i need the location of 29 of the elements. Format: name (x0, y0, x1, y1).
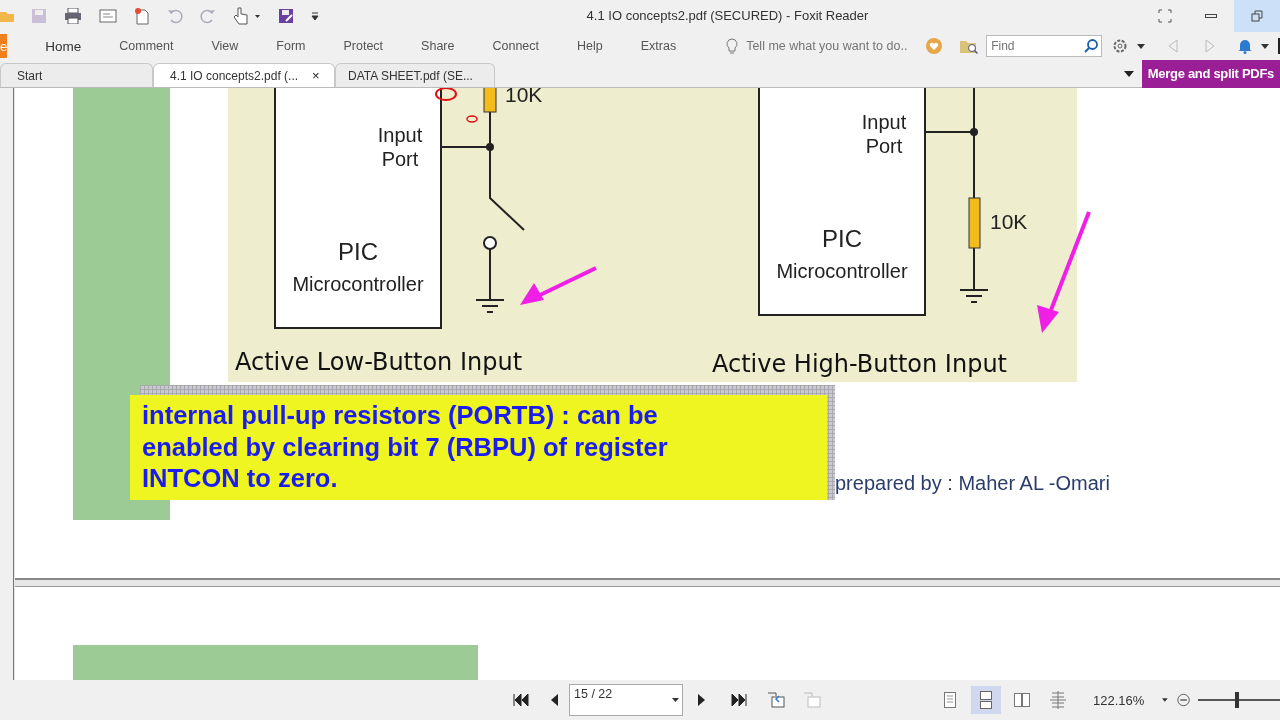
document-tab[interactable]: 4.1 IO concepts2.pdf (... × (153, 63, 335, 87)
ribbon-tab[interactable]: Home (45, 38, 82, 54)
port-label: Input Port (861, 111, 907, 157)
chip-label: PIC Microcontroller (776, 225, 908, 282)
ribbon-tab[interactable]: Help (577, 38, 603, 54)
ribbon-tab[interactable]: Form (276, 38, 306, 54)
document-tab[interactable]: Start (0, 63, 153, 87)
resistor-label: 10K (505, 88, 543, 106)
resistor-label: 10K (990, 210, 1028, 233)
window-title: 4.1 IO concepts2.pdf (SECURED) - Foxit Reader (585, 8, 869, 23)
ribbon-tab[interactable]: View (211, 38, 239, 54)
port-label: Input Port (377, 124, 423, 170)
tell-me-field[interactable]: Tell me what you want to do.. (746, 39, 927, 53)
ribbon-tab[interactable]: Connect (492, 38, 539, 54)
circuit-caption: Active Low-Button Input (235, 348, 523, 376)
ribbon-tab[interactable]: Extras (640, 38, 677, 54)
find-field[interactable]: Find (986, 35, 1103, 57)
document-tab[interactable]: DATA SHEET.pdf (SE... (335, 63, 495, 87)
ribbon-tab[interactable]: Share (421, 38, 455, 54)
footer-text: prepared by : Maher AL -Omari (835, 472, 1110, 495)
ribbon-tab[interactable]: Comment (119, 38, 174, 54)
close-icon[interactable]: × (312, 68, 320, 83)
circuit-caption: Active High-Button Input (712, 350, 1007, 378)
note-text: internal pull-up resistors (PORTB) : can be enabled by clearing bit 7 (RBPU) of register INTCON to zero. (130, 395, 827, 500)
merge-banner[interactable]: Merge and split PDFs (1141, 59, 1280, 88)
ribbon-tab[interactable]: Protect (343, 38, 384, 54)
chip-label: PIC Microcontroller (292, 238, 424, 295)
page-number-field[interactable]: 15 / 22 (569, 684, 683, 716)
zoom-level[interactable]: 122.16% (1093, 692, 1145, 708)
